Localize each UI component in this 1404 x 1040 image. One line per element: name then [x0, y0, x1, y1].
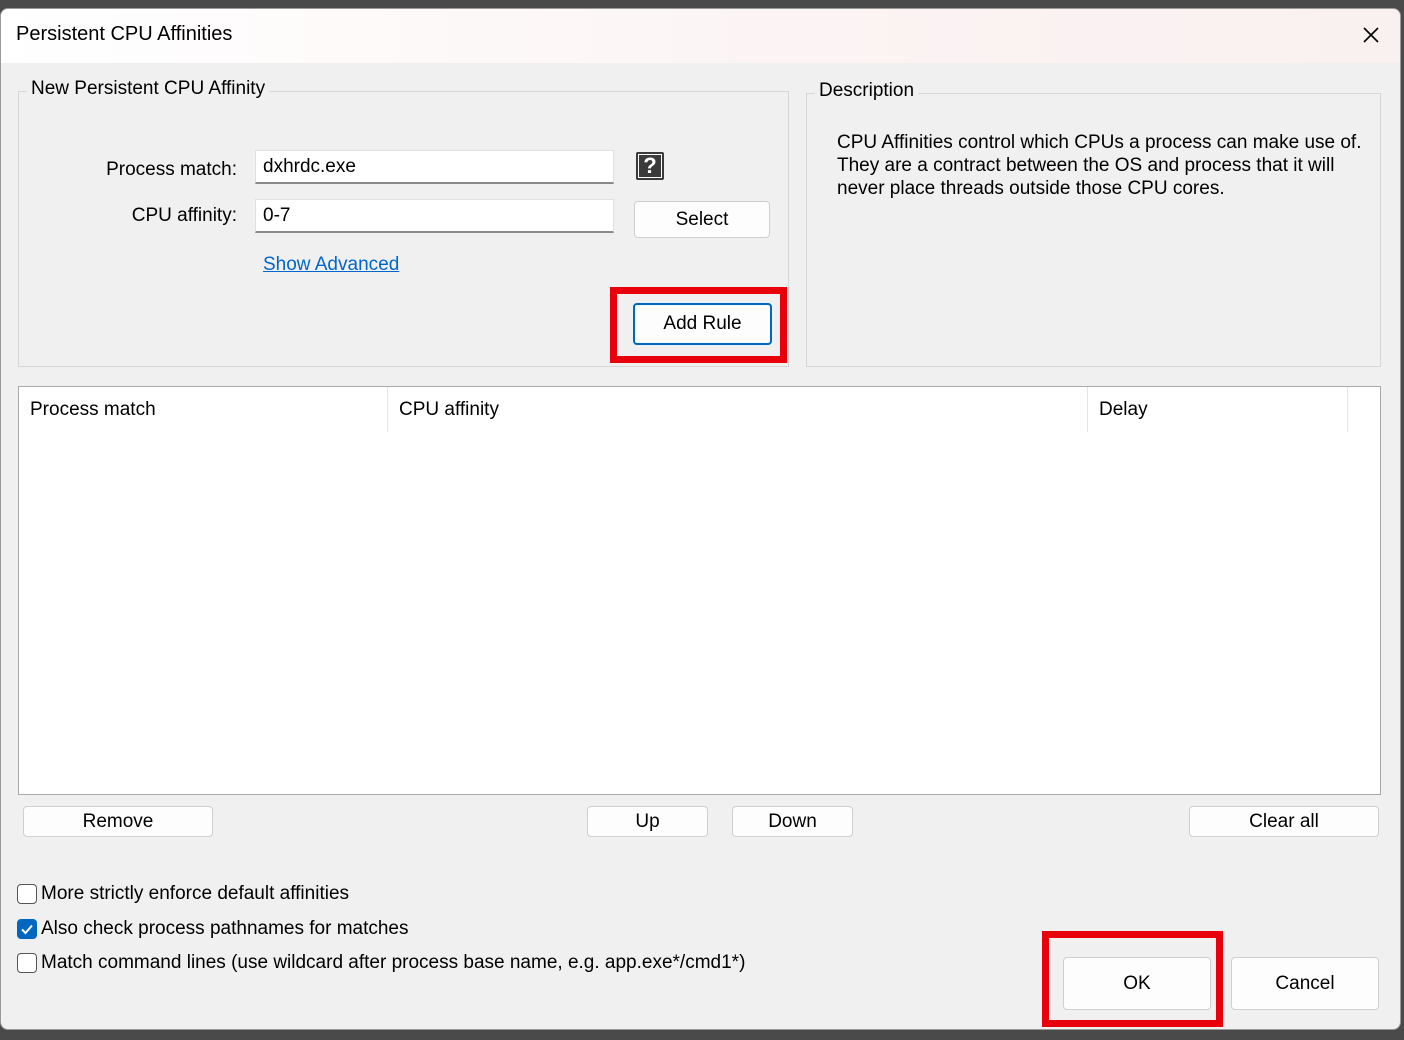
down-button[interactable]: Down — [732, 806, 853, 837]
close-icon — [1363, 27, 1379, 43]
process-match-label: Process match: — [106, 159, 237, 180]
cancel-button[interactable]: Cancel — [1231, 957, 1379, 1010]
select-button[interactable]: Select — [634, 201, 770, 238]
column-header-cpu-affinity[interactable]: CPU affinity — [388, 387, 1088, 432]
option-strict-default-affinities[interactable]: More strictly enforce default affinities — [17, 883, 349, 905]
option-label: Match command lines (use wildcard after … — [41, 952, 746, 973]
show-advanced-link[interactable]: Show Advanced — [263, 254, 399, 276]
ok-button[interactable]: OK — [1063, 957, 1211, 1010]
column-header-delay[interactable]: Delay — [1088, 387, 1348, 432]
help-icon[interactable]: ? — [636, 152, 664, 180]
description-group: Description CPU Affinities control which… — [806, 80, 1381, 367]
title-bar: Persistent CPU Affinities — [1, 9, 1400, 63]
window-title: Persistent CPU Affinities — [16, 23, 233, 45]
process-match-input[interactable] — [255, 150, 614, 184]
add-rule-button[interactable]: Add Rule — [633, 303, 772, 345]
option-label: More strictly enforce default affinities — [41, 883, 350, 904]
column-header-process-match[interactable]: Process match — [19, 387, 388, 432]
close-button[interactable] — [1342, 9, 1400, 61]
checkmark-icon — [21, 924, 33, 935]
description-text: CPU Affinities control which CPUs a proc… — [837, 132, 1362, 199]
description-group-label: Description — [815, 80, 919, 102]
checkbox[interactable] — [17, 884, 37, 904]
checkbox[interactable] — [17, 919, 37, 939]
option-match-command-lines[interactable]: Match command lines (use wildcard after … — [17, 952, 745, 974]
clear-all-button[interactable]: Clear all — [1189, 806, 1379, 837]
remove-button[interactable]: Remove — [23, 806, 213, 837]
up-button[interactable]: Up — [587, 806, 708, 837]
new-affinity-group-label: New Persistent CPU Affinity — [27, 78, 270, 100]
rules-list[interactable]: Process match CPU affinity Delay — [18, 386, 1381, 795]
option-label: Also check process pathnames for matches — [41, 918, 409, 939]
persistent-cpu-affinities-dialog: Persistent CPU Affinities New Persistent… — [0, 8, 1401, 1030]
cpu-affinity-input[interactable] — [255, 199, 614, 233]
checkbox[interactable] — [17, 953, 37, 973]
cpu-affinity-label: CPU affinity: — [131, 205, 237, 226]
option-check-pathnames[interactable]: Also check process pathnames for matches — [17, 918, 409, 940]
